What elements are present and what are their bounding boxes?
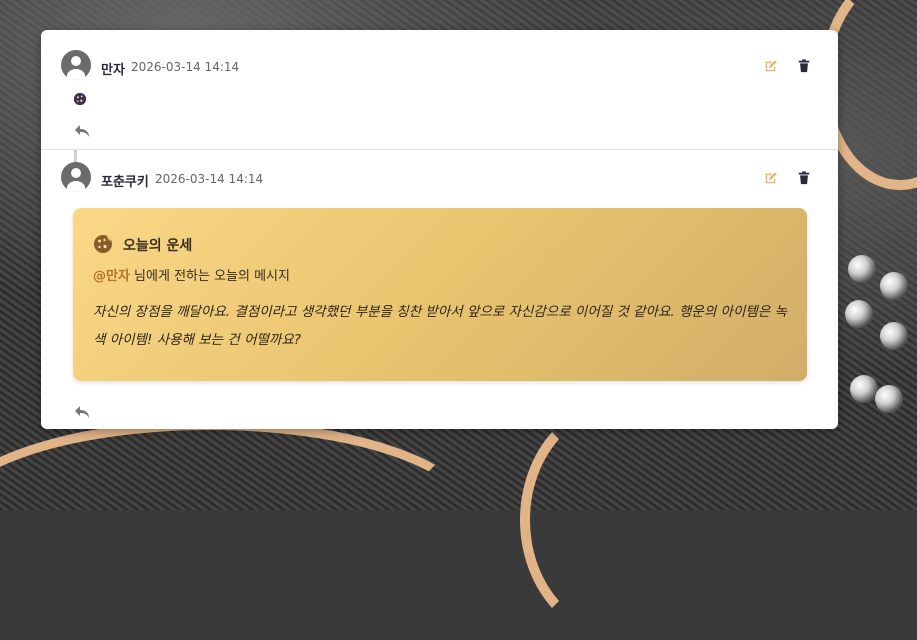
fortune-title: 오늘의 운세 [123, 238, 193, 254]
comment-item: 만자 2026-03-14 14:14 [41, 30, 838, 150]
cookie-icon [93, 234, 113, 258]
comment-author[interactable]: 만자 [101, 59, 125, 78]
mention-link[interactable]: @만자 [93, 269, 130, 284]
reply-icon[interactable] [74, 404, 90, 418]
comment-author[interactable]: 포춘쿠키 [101, 171, 149, 190]
comment-timestamp: 2026-03-14 14:14 [131, 60, 240, 74]
trash-icon[interactable] [797, 170, 811, 185]
fortune-subtitle: @만자 님에게 전하는 오늘의 메시지 [93, 265, 290, 284]
trash-icon[interactable] [797, 58, 811, 73]
avatar [61, 162, 91, 192]
edit-icon[interactable] [764, 170, 778, 184]
comment-reply-item: 포춘쿠키 2026-03-14 14:14 오늘의 운세 @만자 님에게 전하는… [41, 150, 838, 429]
comment-timestamp: 2026-03-14 14:14 [155, 172, 264, 186]
avatar [61, 50, 91, 80]
reply-icon[interactable] [74, 123, 90, 137]
fortune-subtitle-text: 님에게 전하는 오늘의 메시지 [129, 269, 290, 284]
cookie-icon [73, 91, 87, 110]
comment-thread: 만자 2026-03-14 14:14 포춘쿠키 2026-03-14 14:1… [41, 30, 838, 429]
fortune-message: 자신의 장점을 깨달아요. 결점이라고 생각했던 부분을 칭찬 받아서 앞으로 … [93, 304, 787, 348]
fortune-card: 오늘의 운세 @만자 님에게 전하는 오늘의 메시지 자신의 장점을 깨달아요.… [73, 208, 807, 381]
edit-icon[interactable] [764, 58, 778, 72]
